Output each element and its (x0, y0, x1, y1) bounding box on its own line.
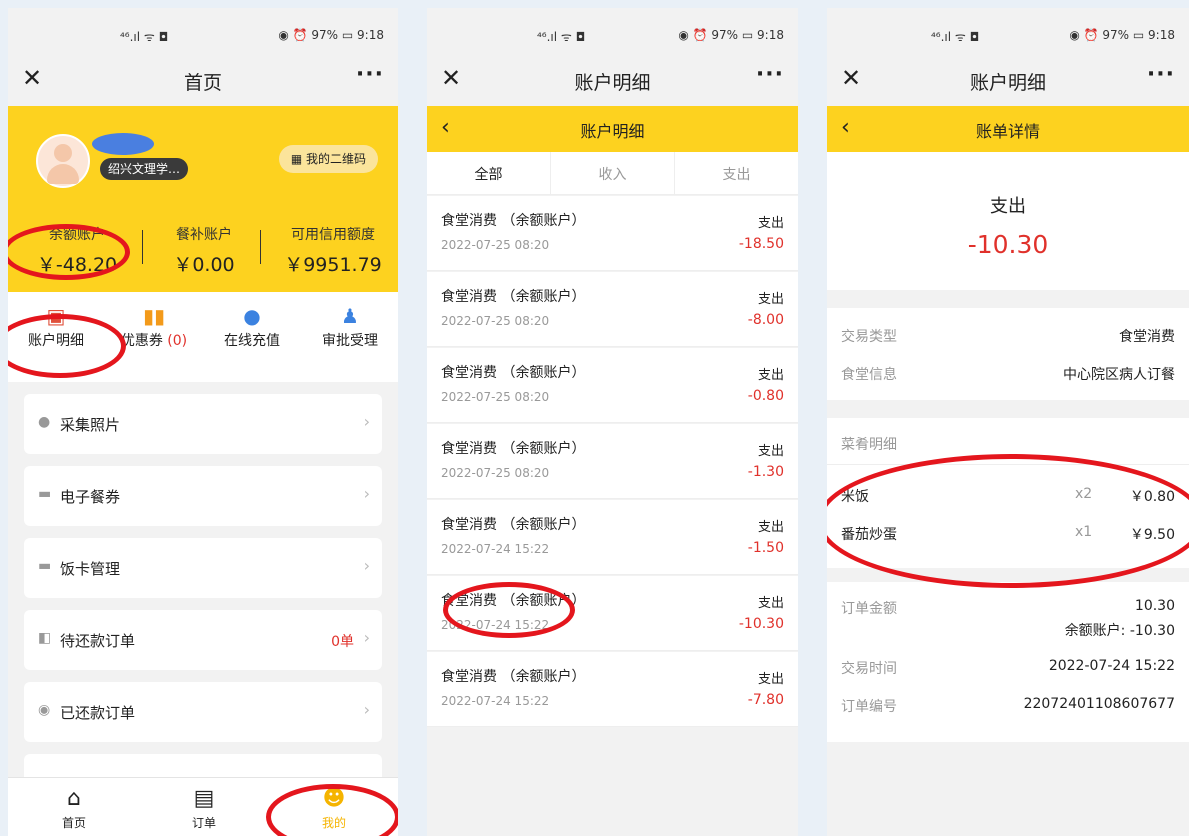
signal-icon: ⁴⁶.ıl ᯤ ◘ (537, 30, 586, 44)
phone-account-detail: ⁴⁶.ıl ᯤ ◘ ◉ ⏰ 97% ▭ 9:18 ✕ 账户明细 ··· ‹ 账户… (427, 8, 798, 836)
balance-account[interactable]: 余额账户 ￥-48.20 (22, 224, 132, 277)
title-bar: ✕ 账户明细 ··· (827, 54, 1189, 106)
menu-item-meal-card[interactable]: ▬ 饭卡管理 › (24, 538, 382, 598)
more-icon[interactable]: ··· (356, 62, 384, 87)
bill-kind: 支出 (990, 196, 1026, 217)
more-icon[interactable]: ··· (756, 62, 784, 87)
list-item[interactable]: 食堂消费 （余额账户） 2022-07-25 08:20 支出 -0.80 (427, 348, 798, 423)
status-right: ◉ ⏰ 97% ▭ 9:18 (678, 28, 784, 42)
nav-bar: ‹ 账单详情 (827, 106, 1189, 152)
signal-icon: ⁴⁶.ıl ᯤ ◘ (120, 30, 169, 44)
status-right: ◉ ⏰ 97% ▭ 9:18 (278, 28, 384, 42)
money-bag-icon: ● (243, 304, 261, 328)
school-badge: 绍兴文理学… (100, 158, 189, 180)
online-recharge-button[interactable]: ● 在线充值 (204, 304, 300, 350)
tab-mine[interactable]: ☻ 我的 (294, 784, 374, 831)
tab-all[interactable]: 全部 (427, 164, 550, 184)
status-right: ◉ ⏰ 97% ▭ 9:18 (1069, 28, 1175, 42)
qr-icon: ▦ (290, 152, 303, 166)
order-icon: ▤ (193, 786, 215, 811)
face-icon: ☻ (322, 786, 346, 811)
nav-title: 账户明细 (580, 122, 645, 141)
chevron-right-icon: › (363, 412, 370, 431)
dish-details: 菜肴明细 米饭 x2 ￥0.80 番茄炒蛋 x1 ￥9.50 (827, 418, 1189, 568)
profile-card: 绍兴文理学… ▦ 我的二维码 余额账户 ￥-48.20 餐补账户 ￥0.00 可… (8, 106, 398, 292)
page-title: 首页 (183, 72, 222, 94)
menu-item-collect-photo[interactable]: ● 采集照片 › (24, 394, 382, 454)
tab-income[interactable]: 收入 (551, 164, 674, 184)
card-icon: ▬ (38, 558, 52, 574)
quick-actions: ▣ 账户明细 ▮▮ 优惠券 (0) ● 在线充值 ♟ 审批受理 (8, 292, 398, 382)
card-icon: ▬ (38, 486, 52, 502)
account-detail-button[interactable]: ▣ 账户明细 (8, 304, 104, 350)
tab-expense[interactable]: 支出 (675, 164, 798, 184)
redaction-mark (92, 133, 154, 155)
divider (260, 230, 261, 264)
bill-amount: -10.30 (967, 230, 1049, 259)
order-info: 订单金额 10.30 余额账户: -10.30 交易时间 2022-07-24 … (827, 582, 1189, 742)
nav-title: 账单详情 (975, 122, 1040, 141)
coin-icon: ◉ (38, 702, 51, 718)
phone-bill-detail: ⁴⁶.ıl ᯤ ◘ ◉ ⏰ 97% ▭ 9:18 ✕ 账户明细 ··· ‹ 账单… (827, 8, 1189, 836)
list-item[interactable]: 食堂消费 （余额账户） 2022-07-25 08:20 支出 -18.50 (427, 196, 798, 271)
bill-summary: 支出 -10.30 (827, 152, 1189, 290)
list-item[interactable]: 食堂消费 （余额账户） 2022-07-24 15:22 支出 -10.30 (427, 576, 798, 651)
title-bar: ✕ 首页 ··· (8, 54, 398, 106)
credit-limit[interactable]: 可用信用额度 ￥9951.79 (278, 224, 388, 277)
avatar[interactable] (36, 134, 90, 188)
list-item[interactable]: 食堂消费 （余额账户） 2022-07-25 08:20 支出 -8.00 (427, 272, 798, 347)
approval-button[interactable]: ♟ 审批受理 (302, 304, 398, 350)
page-title: 账户明细 (574, 72, 651, 94)
menu-item-repaid-orders[interactable]: ◉ 已还款订单 › (24, 682, 382, 742)
chevron-right-icon: › (363, 700, 370, 719)
filter-tabs: 全部 收入 支出 (427, 152, 798, 195)
ticket-icon: ▮▮ (142, 304, 165, 328)
person-icon: ● (38, 414, 51, 430)
status-bar: ⁴⁶.ıl ᯤ ◘ ◉ ⏰ 97% ▭ 9:18 (827, 8, 1189, 54)
home-icon: ⌂ (67, 786, 81, 811)
qr-code-button[interactable]: ▦ 我的二维码 (278, 145, 378, 173)
nav-bar: ‹ 账户明细 (427, 106, 798, 152)
coupon-button[interactable]: ▮▮ 优惠券 (0) (106, 304, 202, 350)
tab-home[interactable]: ⌂ 首页 (34, 784, 114, 831)
list-item[interactable]: 食堂消费 （余额账户） 2022-07-24 15:22 支出 -7.80 (427, 652, 798, 727)
approval-icon: ♟ (341, 304, 359, 328)
chevron-right-icon: › (363, 556, 370, 575)
bill-icon: ▣ (46, 304, 66, 328)
meal-subsidy-account[interactable]: 餐补账户 ￥0.00 (154, 224, 254, 277)
list-item[interactable]: 食堂消费 （余额账户） 2022-07-24 15:22 支出 -1.50 (427, 500, 798, 575)
title-bar: ✕ 账户明细 ··· (427, 54, 798, 106)
page-title: 账户明细 (969, 72, 1046, 94)
bottom-tab-bar: ⌂ 首页 ▤ 订单 ☻ 我的 (8, 777, 398, 836)
more-icon[interactable]: ··· (1147, 62, 1175, 87)
menu-item-pending-orders[interactable]: ◧ 待还款订单 0单 › (24, 610, 382, 670)
chevron-right-icon: › (363, 484, 370, 503)
wallet-icon: ◧ (38, 630, 52, 646)
status-bar: ⁴⁶.ıl ᯤ ◘ ◉ ⏰ 97% ▭ 9:18 (8, 8, 398, 54)
tab-orders[interactable]: ▤ 订单 (164, 784, 244, 831)
divider (142, 230, 143, 264)
signal-icon: ⁴⁶.ıl ᯤ ◘ (931, 30, 980, 44)
phone-home: ⁴⁶.ıl ᯤ ◘ ◉ ⏰ 97% ▭ 9:18 ✕ 首页 ··· 绍兴文理学…… (8, 8, 398, 836)
status-bar: ⁴⁶.ıl ᯤ ◘ ◉ ⏰ 97% ▭ 9:18 (427, 8, 798, 54)
list-item[interactable]: 食堂消费 （余额账户） 2022-07-25 08:20 支出 -1.30 (427, 424, 798, 499)
menu-item-e-meal-voucher[interactable]: ▬ 电子餐券 › (24, 466, 382, 526)
transaction-info: 交易类型 食堂消费 食堂信息 中心院区病人订餐 (827, 308, 1189, 400)
chevron-right-icon: › (363, 628, 370, 647)
